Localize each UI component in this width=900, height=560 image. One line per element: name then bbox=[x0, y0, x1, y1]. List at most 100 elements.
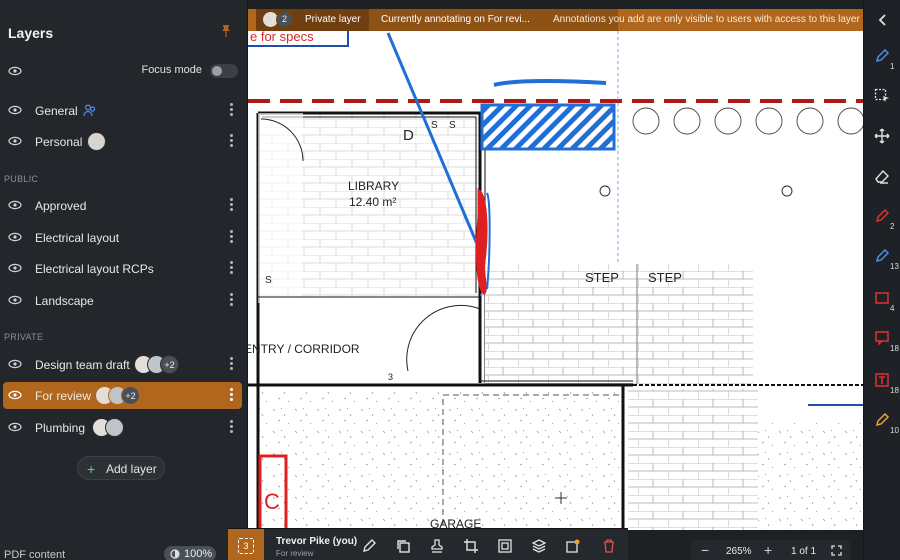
eye-icon[interactable] bbox=[8, 388, 22, 402]
tool-eraser[interactable] bbox=[864, 160, 900, 198]
fullscreen-icon[interactable] bbox=[831, 545, 842, 556]
plan-symbol-u bbox=[781, 185, 793, 197]
annotating-on-text: Currently annotating on For revi... bbox=[381, 14, 530, 25]
assign-layer-icon[interactable] bbox=[565, 538, 581, 554]
avatar-overflow-count: +2 bbox=[160, 355, 179, 374]
eye-icon[interactable] bbox=[8, 64, 22, 78]
layer-row-electrical-layout-rcps[interactable]: Electrical layout RCPs bbox=[3, 255, 242, 282]
stamp-icon[interactable] bbox=[429, 538, 445, 554]
copy-icon[interactable] bbox=[395, 538, 411, 554]
avatar bbox=[87, 132, 106, 151]
layer-row-landscape[interactable]: Landscape bbox=[3, 287, 242, 314]
focus-mode-toggle[interactable] bbox=[210, 64, 238, 78]
more-options-icon[interactable] bbox=[228, 356, 234, 372]
layer-row-approved[interactable]: Approved bbox=[3, 192, 242, 219]
pin-icon[interactable] bbox=[219, 24, 233, 38]
zoom-level[interactable]: 265% bbox=[726, 546, 752, 557]
more-options-icon[interactable] bbox=[228, 387, 234, 403]
landscape-trees bbox=[632, 107, 863, 135]
banner-avatar-count: 2 bbox=[276, 11, 293, 28]
more-options-icon[interactable] bbox=[228, 260, 234, 276]
more-options-icon[interactable] bbox=[228, 102, 234, 118]
eye-icon[interactable] bbox=[8, 103, 22, 117]
collapse-panel-button[interactable] bbox=[864, 9, 900, 31]
room-area-library: 12.40 m² bbox=[349, 195, 396, 209]
layer-row-plumbing[interactable]: Plumbing bbox=[3, 414, 242, 441]
pdf-content-label: PDF content bbox=[4, 549, 66, 560]
eye-icon[interactable] bbox=[8, 261, 22, 275]
eye-icon[interactable] bbox=[8, 293, 22, 307]
more-options-icon[interactable] bbox=[228, 133, 234, 149]
tool-rectangle[interactable]: 4 bbox=[864, 282, 900, 320]
tool-highlighter[interactable]: 10 bbox=[864, 404, 900, 442]
more-options-icon[interactable] bbox=[228, 197, 234, 213]
layers-icon[interactable] bbox=[531, 538, 547, 554]
tool-blue-pen[interactable]: 13 bbox=[864, 240, 900, 278]
red-pen-icon bbox=[875, 208, 890, 223]
tool-red-pen[interactable]: 2 bbox=[864, 200, 900, 238]
layer-row-for-review[interactable]: For review +2 bbox=[3, 382, 242, 409]
pen-icon bbox=[875, 48, 890, 63]
markup-red-highlight[interactable] bbox=[475, 188, 488, 296]
pdf-opacity-badge[interactable]: 100% bbox=[164, 546, 216, 560]
current-user-name: Trevor Pike (you) bbox=[276, 536, 358, 547]
tool-select[interactable] bbox=[864, 80, 900, 118]
zoom-in-button[interactable]: + bbox=[764, 542, 772, 558]
layer-row-personal[interactable]: Personal bbox=[3, 128, 242, 155]
plan-symbol-u bbox=[599, 185, 611, 197]
avatar-overflow-count: +2 bbox=[121, 386, 140, 405]
layer-row-design-team-draft[interactable]: Design team draft +2 bbox=[3, 351, 242, 378]
tool-comment[interactable]: 18 bbox=[864, 322, 900, 360]
layers-header: Layers bbox=[0, 0, 247, 66]
layer-name: For review bbox=[35, 389, 92, 403]
layer-name: Landscape bbox=[35, 294, 94, 308]
markup-blue-outline[interactable] bbox=[486, 192, 491, 290]
tool-count: 13 bbox=[890, 262, 899, 271]
trash-icon[interactable] bbox=[601, 538, 617, 554]
layer-row-general[interactable]: General bbox=[3, 97, 242, 124]
tool-move[interactable] bbox=[864, 120, 900, 158]
layer-name: Approved bbox=[35, 199, 87, 213]
zoom-controls: − 265% + 1 of 1 bbox=[691, 540, 850, 560]
floor-plan-drawing: e for specs LIBRARY 12.40 m² D S S S ENT… bbox=[248, 31, 863, 530]
avatar bbox=[105, 418, 124, 437]
eye-icon[interactable] bbox=[8, 230, 22, 244]
room-name-library: LIBRARY bbox=[348, 179, 399, 193]
layer-name: Personal bbox=[35, 135, 83, 149]
crop-icon[interactable] bbox=[463, 538, 479, 554]
add-layer-button[interactable]: + Add layer bbox=[77, 456, 165, 480]
more-options-icon[interactable] bbox=[228, 419, 234, 435]
eye-icon[interactable] bbox=[8, 134, 22, 148]
layer-name: Design team draft bbox=[35, 358, 130, 372]
blue-pen-icon bbox=[875, 248, 890, 263]
group-icon bbox=[83, 104, 96, 117]
plan-symbol-d: D bbox=[403, 127, 414, 144]
eye-icon[interactable] bbox=[8, 420, 22, 434]
layer-row-electrical-layout[interactable]: Electrical layout bbox=[3, 224, 242, 251]
layer-visibility-notice: Annotations you add are only visible to … bbox=[553, 14, 860, 25]
pdf-content-row: PDF content 100% bbox=[0, 546, 248, 560]
eye-icon[interactable] bbox=[8, 198, 22, 212]
opacity-icon bbox=[170, 549, 180, 559]
fit-frame-icon[interactable] bbox=[497, 538, 513, 554]
user-number-badge[interactable]: 3 bbox=[228, 529, 264, 560]
tool-count: 2 bbox=[890, 222, 895, 231]
private-layer-label: Private layer bbox=[305, 14, 361, 25]
zoom-out-button[interactable]: − bbox=[701, 542, 709, 558]
pencil-icon[interactable] bbox=[361, 538, 377, 554]
eye-icon[interactable] bbox=[8, 357, 22, 371]
tool-pen[interactable]: 1 bbox=[864, 40, 900, 78]
plan-symbol-s: S bbox=[449, 120, 456, 131]
page-indicator: 1 of 1 bbox=[791, 546, 817, 557]
tool-count: 18 bbox=[890, 344, 899, 353]
drawing-canvas[interactable]: e for specs LIBRARY 12.40 m² D S S S ENT… bbox=[248, 31, 863, 530]
more-options-icon[interactable] bbox=[228, 292, 234, 308]
tool-count: 10 bbox=[890, 426, 899, 435]
stair-block bbox=[628, 389, 758, 530]
more-options-icon[interactable] bbox=[228, 229, 234, 245]
step-label-1: STEP bbox=[585, 270, 619, 285]
markup-blue-hatch[interactable] bbox=[480, 79, 616, 151]
plus-icon: + bbox=[87, 461, 96, 477]
tool-text[interactable]: 18 bbox=[864, 364, 900, 402]
tool-count: 18 bbox=[890, 386, 899, 395]
